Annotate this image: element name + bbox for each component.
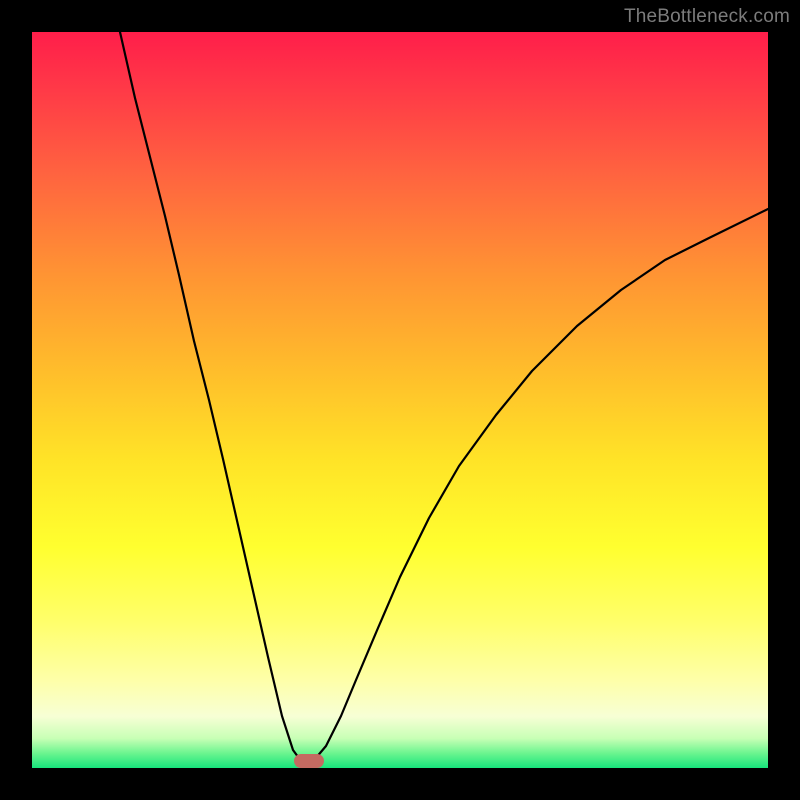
plot-area [32,32,768,768]
bottleneck-curve [32,32,768,768]
curve-left-branch [120,32,308,765]
curve-right-branch [308,209,768,765]
chart-frame: TheBottleneck.com [0,0,800,800]
bottleneck-marker [294,754,324,768]
watermark-text: TheBottleneck.com [624,6,790,28]
